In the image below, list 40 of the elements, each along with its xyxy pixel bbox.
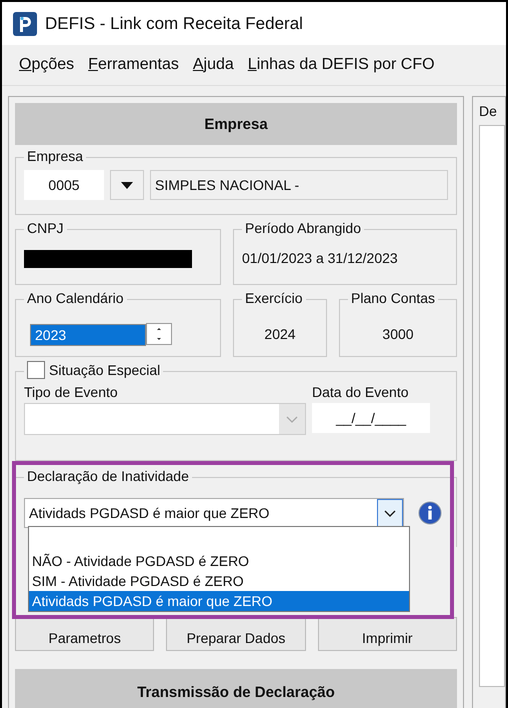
inactivity-select[interactable]: Atividads PGDASD é maior que ZERO (24, 498, 404, 528)
dropdown-button[interactable] (110, 170, 144, 200)
action-button[interactable]: Parametros (15, 617, 154, 651)
menu-item[interactable]: Ferramentas (88, 56, 179, 74)
chevron-down-icon (286, 416, 298, 422)
action-button[interactable]: Preparar Dados (166, 617, 306, 651)
group-label: Exercício (242, 290, 306, 306)
year-spin-field[interactable]: 2023 (30, 324, 146, 346)
menu-item[interactable]: Linhas da DEFIS por CFO (248, 56, 435, 74)
period-value: 01/01/2023 a 31/12/2023 (242, 250, 399, 266)
menu-item[interactable]: Ajuda (192, 56, 234, 74)
field-label: Tipo de Evento (24, 384, 119, 400)
info-icon[interactable] (418, 501, 442, 525)
group-label: Ano Calendário (24, 290, 127, 306)
company-name-field: SIMPLES NACIONAL - (150, 170, 448, 200)
company-code-field[interactable]: 0005 (24, 170, 104, 200)
action-button[interactable]: Imprimir (318, 617, 457, 651)
group-label: Período Abrangido (242, 220, 364, 236)
menu-item[interactable]: Opções (19, 56, 74, 74)
window-title: DEFIS - Link com Receita Federal (45, 14, 303, 34)
field-label: Data do Evento (312, 384, 410, 400)
group-label: Declaração de Inatividade (24, 468, 192, 484)
group-label: CNPJ (24, 220, 67, 236)
dropdown-option[interactable]: NÃO - Atividade PGDASD é ZERO (29, 551, 409, 571)
group-label: Empresa (24, 148, 86, 164)
tab[interactable]: De (479, 103, 505, 119)
checkbox-label: Situação Especial (49, 362, 160, 378)
spin-arrows-icon[interactable] (146, 323, 172, 345)
section-header: Empresa (15, 103, 457, 145)
chevron-down-icon (384, 510, 396, 516)
section-header: Transmissão de Declaração (15, 669, 457, 708)
app-logo-icon (13, 12, 37, 36)
group-label: Plano Contas (348, 290, 438, 306)
exercise-value: 2024 (263, 326, 297, 342)
dropdown-option[interactable]: Atividads PGDASD é maior que ZERO (29, 591, 409, 611)
caret-down-icon (121, 182, 133, 188)
checkbox[interactable] (27, 361, 45, 379)
dropdown-option[interactable]: SIM - Atividade PGDASD é ZERO (29, 571, 409, 591)
event-date-field[interactable]: __/__/____ (312, 403, 430, 433)
chart-of-accounts-value: 3000 (381, 326, 415, 342)
